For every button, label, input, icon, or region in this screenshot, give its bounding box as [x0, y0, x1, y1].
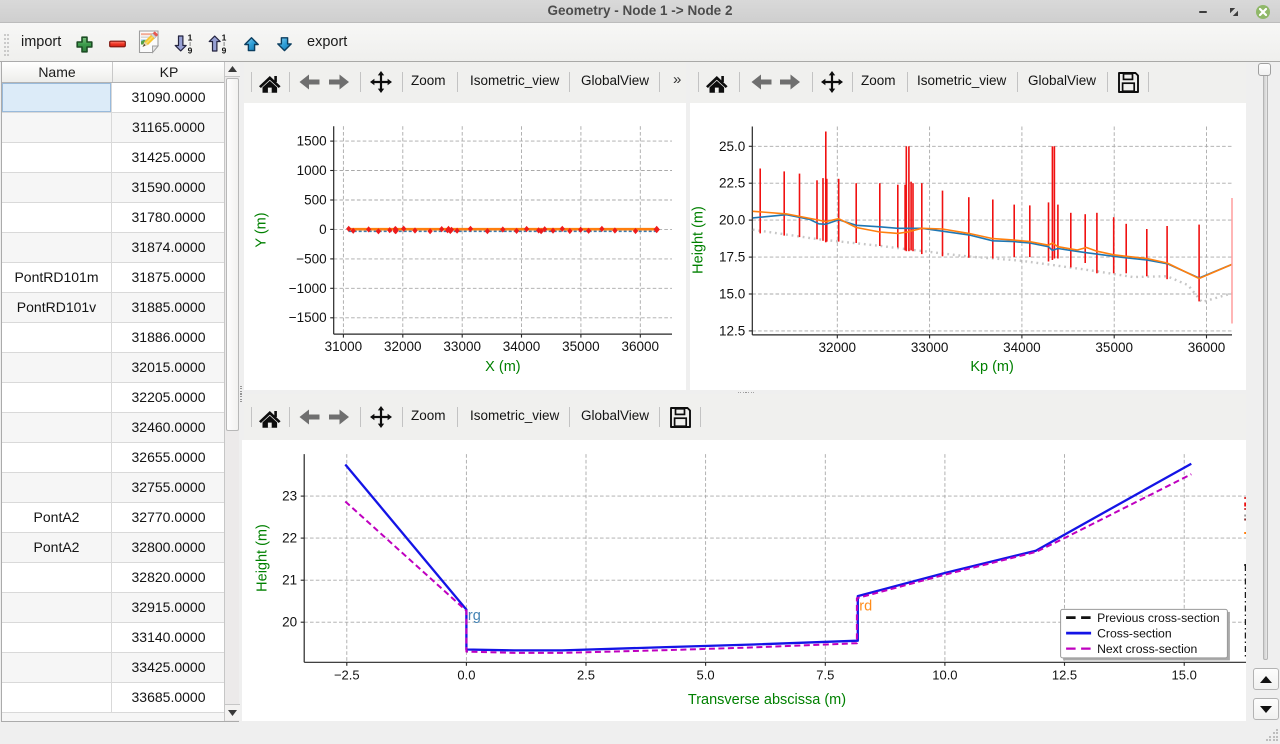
svg-text:Cross-section: Cross-section: [1097, 626, 1172, 640]
svg-text:12.5: 12.5: [1052, 667, 1077, 682]
svg-text:12.5: 12.5: [719, 323, 745, 338]
svg-text:15.0: 15.0: [719, 287, 745, 302]
svg-text:32000: 32000: [819, 340, 857, 355]
svg-text:15.0: 15.0: [1172, 667, 1197, 682]
svg-text:0.0: 0.0: [457, 667, 475, 682]
svg-text:Y (m): Y (m): [254, 212, 270, 247]
svg-text:20.0: 20.0: [719, 213, 745, 228]
svg-text:Height (m): Height (m): [255, 524, 271, 592]
svg-text:1500: 1500: [297, 134, 327, 149]
svg-text:36000: 36000: [1188, 340, 1226, 355]
svg-text:31000: 31000: [325, 339, 363, 354]
svg-text:23: 23: [282, 489, 297, 504]
svg-text:rd: rd: [859, 599, 872, 615]
svg-text:25.0: 25.0: [719, 139, 745, 154]
svg-text:22: 22: [282, 531, 297, 546]
svg-text:36000: 36000: [622, 339, 660, 354]
svg-text:33000: 33000: [443, 339, 481, 354]
svg-text:Next cross-section: Next cross-section: [1097, 642, 1197, 656]
svg-text:22.5: 22.5: [719, 176, 745, 191]
svg-text:9: 9: [188, 46, 193, 55]
svg-text:X (m): X (m): [485, 359, 520, 375]
svg-text:9: 9: [222, 46, 227, 55]
svg-text:7.5: 7.5: [816, 667, 834, 682]
svg-text:17.5: 17.5: [719, 250, 745, 265]
svg-text:Kp (m): Kp (m): [970, 359, 1014, 375]
svg-text:5.0: 5.0: [697, 667, 715, 682]
svg-text:10.0: 10.0: [932, 667, 957, 682]
svg-text:0: 0: [319, 222, 327, 237]
svg-text:−1000: −1000: [289, 281, 327, 296]
svg-text:20: 20: [282, 615, 297, 630]
svg-text:−1500: −1500: [289, 310, 327, 325]
svg-text:Transverse abscissa (m): Transverse abscissa (m): [688, 692, 846, 708]
svg-text:1: 1: [222, 33, 227, 43]
svg-text:−2.5: −2.5: [334, 667, 360, 682]
svg-text:35000: 35000: [562, 339, 600, 354]
svg-text:32000: 32000: [384, 339, 422, 354]
svg-text:2.5: 2.5: [577, 667, 595, 682]
svg-text:34000: 34000: [503, 339, 541, 354]
svg-text:500: 500: [304, 193, 327, 208]
svg-text:1: 1: [188, 33, 193, 43]
svg-text:34000: 34000: [1003, 340, 1041, 355]
svg-text:33000: 33000: [911, 340, 949, 355]
svg-text:−500: −500: [296, 251, 326, 266]
svg-text:Previous cross-section: Previous cross-section: [1097, 611, 1220, 625]
svg-text:rg: rg: [468, 608, 481, 624]
svg-text:1000: 1000: [297, 163, 327, 178]
svg-text:Height (m): Height (m): [691, 206, 707, 274]
svg-text:21: 21: [282, 573, 297, 588]
svg-text:35000: 35000: [1095, 340, 1133, 355]
